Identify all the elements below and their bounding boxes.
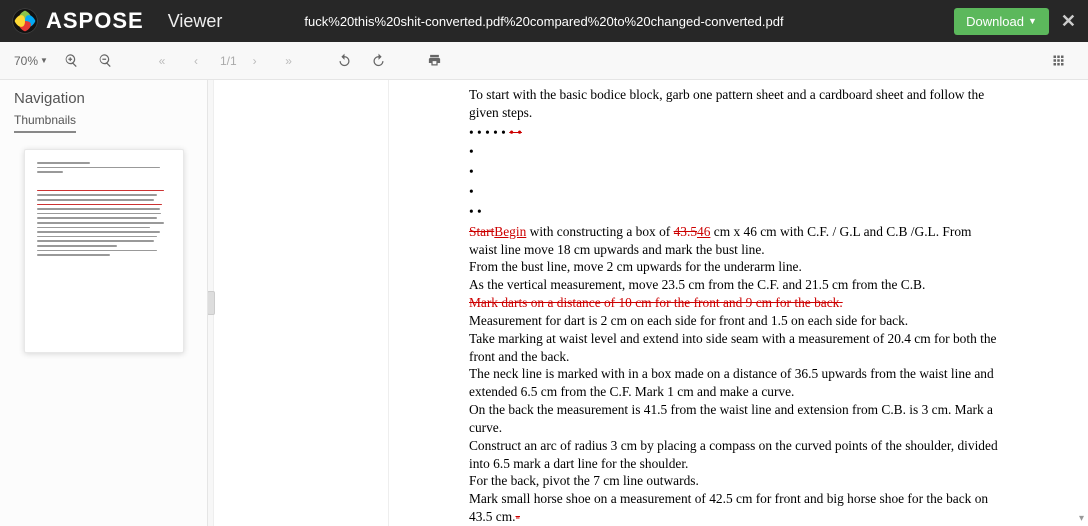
thumbnail-preview — [37, 162, 171, 259]
prev-page-icon[interactable]: ‹ — [182, 47, 210, 75]
document-viewer: To start with the basic bodice block, ga… — [208, 80, 1088, 526]
navigation-title: Navigation — [0, 80, 207, 113]
print-icon[interactable] — [421, 47, 449, 75]
doc-line: On the back the measurement is 41.5 from… — [469, 401, 998, 437]
scroll-down-icon[interactable]: ▾ — [1079, 513, 1084, 524]
next-page-icon[interactable]: › — [241, 47, 269, 75]
download-button[interactable]: Download ▼ — [954, 8, 1049, 35]
close-icon[interactable]: ✕ — [1061, 11, 1076, 32]
download-button-label: Download — [966, 14, 1024, 29]
first-page-icon[interactable]: « — [148, 47, 176, 75]
bullet-row: • — [469, 163, 998, 181]
sidebar: Navigation Thumbnails — [0, 80, 208, 526]
apps-grid-icon[interactable] — [1044, 47, 1072, 75]
brand-name: ASPOSE — [46, 8, 144, 34]
zoom-dropdown[interactable]: 70% ▼ — [14, 54, 48, 68]
doc-line: Mark small horse shoe on a measurement o… — [469, 490, 998, 526]
toolbar: 70% ▼ « ‹ 1/1 › » — [0, 42, 1088, 80]
splitter-handle-icon[interactable] — [208, 291, 215, 315]
aspose-swirl-icon — [12, 8, 38, 34]
bullet-row: • — [469, 183, 998, 201]
doc-line: For the back, pivot the 7 cm line outwar… — [469, 472, 998, 490]
zoom-out-icon[interactable] — [92, 47, 120, 75]
product-name: Viewer — [168, 11, 223, 32]
doc-line: The neck line is marked with in a box ma… — [469, 365, 998, 401]
app-header: ASPOSE Viewer fuck%20this%20shit-convert… — [0, 0, 1088, 42]
doc-line: From the bust line, move 2 cm upwards fo… — [469, 258, 998, 276]
doc-line: StartBegin with constructing a box of 43… — [469, 223, 998, 259]
page-indicator: 1/1 — [216, 54, 241, 68]
document-page: To start with the basic bodice block, ga… — [388, 80, 1028, 526]
doc-intro: To start with the basic bodice block, ga… — [469, 86, 998, 122]
caret-down-icon: ▼ — [1028, 16, 1037, 26]
page-thumbnail[interactable] — [24, 149, 184, 353]
doc-line: As the vertical measurement, move 23.5 c… — [469, 276, 998, 294]
bullet-row: • • — [469, 203, 998, 221]
redo-icon[interactable] — [365, 47, 393, 75]
brand-logo: ASPOSE — [12, 8, 144, 34]
doc-line: Construct an arc of radius 3 cm by placi… — [469, 437, 998, 473]
caret-down-icon: ▼ — [40, 56, 48, 65]
splitter[interactable] — [208, 80, 214, 526]
doc-line: Take marking at waist level and extend i… — [469, 330, 998, 366]
undo-icon[interactable] — [331, 47, 359, 75]
bullet-row: • — [469, 143, 998, 161]
doc-body: StartBegin with constructing a box of 43… — [469, 223, 998, 526]
bullet-row: • • • • • • • — [469, 124, 998, 142]
main-area: Navigation Thumbnails — [0, 80, 1088, 526]
zoom-in-icon[interactable] — [58, 47, 86, 75]
file-title: fuck%20this%20shit-converted.pdf%20compa… — [304, 14, 783, 29]
doc-line: Measurement for dart is 2 cm on each sid… — [469, 312, 998, 330]
last-page-icon[interactable]: » — [275, 47, 303, 75]
vertical-scrollbar[interactable]: ▾ — [1080, 80, 1088, 526]
doc-line: Mark darts on a distance of 10 cm for th… — [469, 294, 998, 312]
zoom-value: 70% — [14, 54, 38, 68]
sidebar-tabs: Thumbnails — [0, 113, 207, 139]
tab-thumbnails[interactable]: Thumbnails — [14, 113, 76, 133]
